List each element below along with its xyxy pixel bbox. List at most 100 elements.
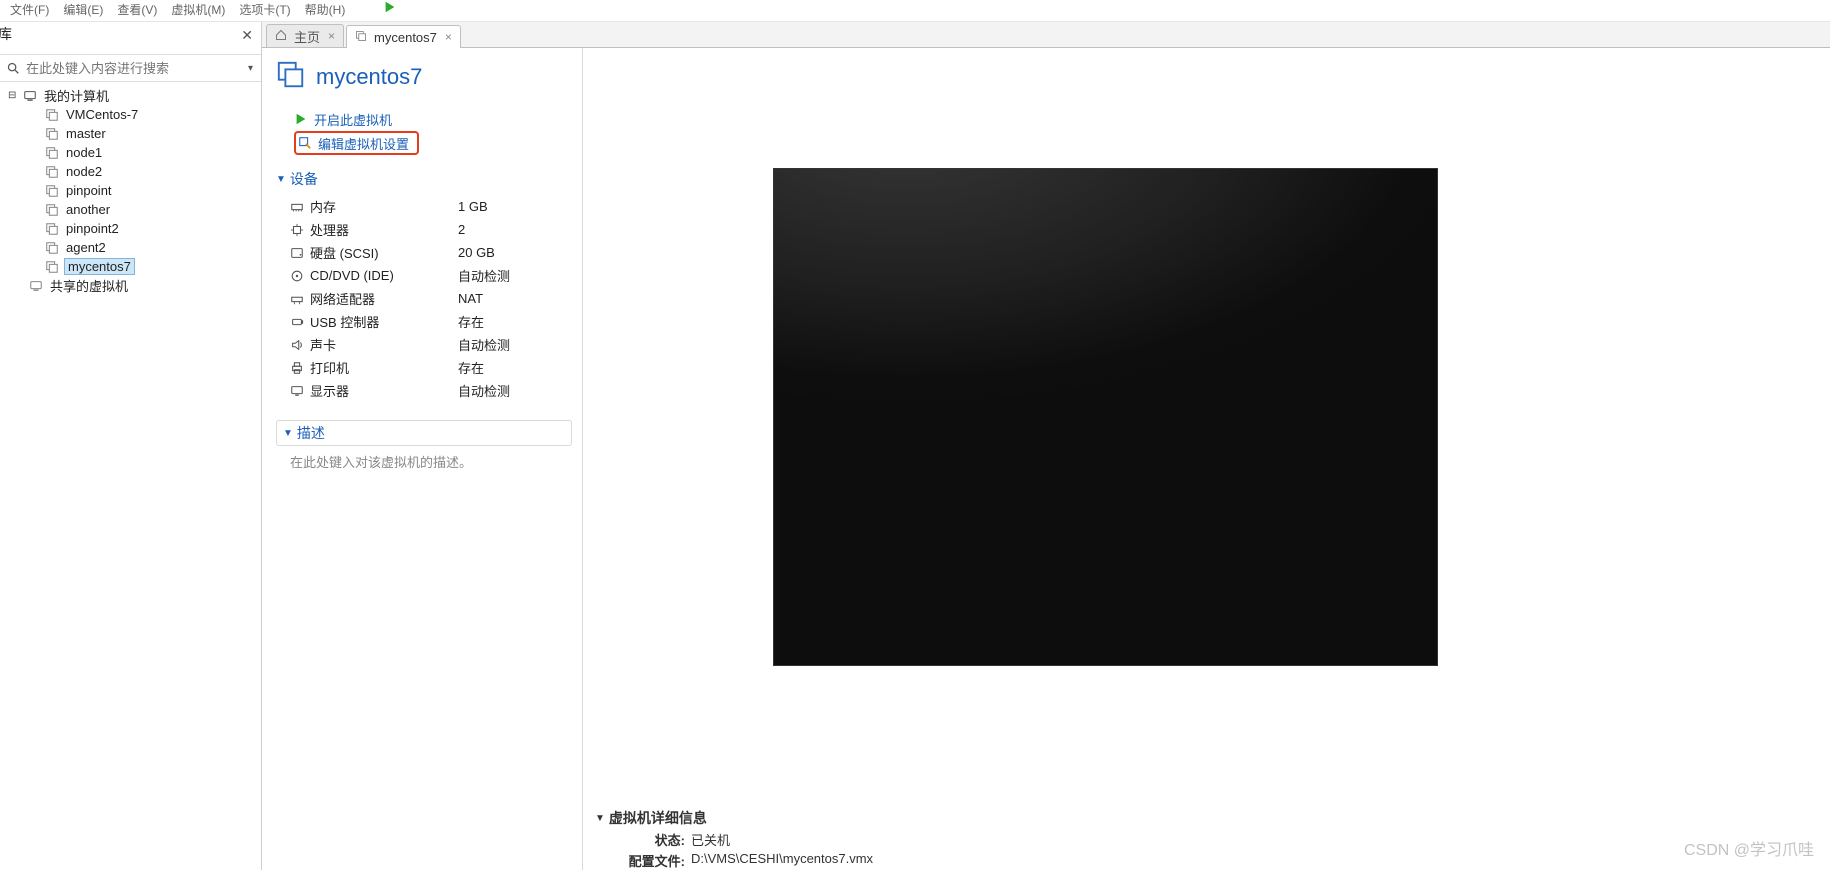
device-value: 自动检测 (458, 381, 510, 400)
device-name: 处理器 (310, 220, 458, 239)
description-placeholder[interactable]: 在此处键入对该虚拟机的描述。 (276, 446, 572, 471)
chevron-down-icon: ▼ (276, 174, 286, 185)
tree-item[interactable]: VMCentos-7 (6, 105, 261, 124)
tree-item[interactable]: pinpoint (6, 181, 261, 200)
edit-vm-settings-link[interactable]: 编辑虚拟机设置 (294, 131, 419, 155)
content-area: 主页 × mycentos7 × mycentos7 (262, 22, 1830, 870)
tree-item[interactable]: node2 (6, 162, 261, 181)
menu-help[interactable]: 帮助(H) (299, 0, 352, 19)
device-row[interactable]: 网络适配器NAT (290, 287, 572, 310)
prn-icon (290, 361, 310, 375)
device-name: 显示器 (310, 381, 458, 400)
vm-library-tree: ⊟ 我的计算机 VMCentos-7 master node1 node2 pi… (0, 82, 261, 295)
device-row[interactable]: 打印机存在 (290, 356, 572, 379)
vm-icon (355, 30, 369, 44)
tab-close-icon[interactable]: × (442, 30, 452, 44)
device-row[interactable]: 显示器自动检测 (290, 379, 572, 402)
vm-detail-config: 配置文件: D:\VMS\CESHI\mycentos7.vmx (595, 851, 1830, 870)
detail-key: 配置文件: (623, 851, 685, 870)
description-title: 描述 (297, 423, 325, 443)
tree-item[interactable]: agent2 (6, 238, 261, 257)
vm-icon (44, 146, 60, 160)
tab-bar: 主页 × mycentos7 × (262, 22, 1830, 48)
device-value: 2 (458, 222, 465, 237)
tab-home[interactable]: 主页 × (266, 24, 344, 47)
tree-item[interactable]: pinpoint2 (6, 219, 261, 238)
device-name: CD/DVD (IDE) (310, 268, 458, 283)
device-row[interactable]: 声卡自动检测 (290, 333, 572, 356)
tree-shared-vms[interactable]: 共享的虚拟机 (6, 276, 261, 295)
vm-preview-thumbnail[interactable] (773, 168, 1438, 666)
menu-file[interactable]: 文件(F) (4, 0, 55, 19)
menu-tabs[interactable]: 选项卡(T) (233, 0, 296, 19)
play-icon (294, 112, 308, 126)
device-row[interactable]: USB 控制器存在 (290, 310, 572, 333)
vm-large-icon (276, 60, 306, 93)
devices-title: 设备 (290, 169, 318, 189)
vm-details-header[interactable]: ▼ 虚拟机详细信息 (595, 808, 1830, 828)
device-name: 打印机 (310, 358, 458, 377)
menu-edit[interactable]: 编辑(E) (57, 0, 109, 19)
home-icon (275, 29, 289, 43)
sidebar-search[interactable]: ▾ (0, 54, 261, 82)
device-row[interactable]: CD/DVD (IDE)自动检测 (290, 264, 572, 287)
toolbar-play-icon[interactable] (383, 0, 397, 14)
device-row[interactable]: 内存1 GB (290, 195, 572, 218)
search-input[interactable] (26, 61, 240, 76)
tree-label: pinpoint (64, 183, 114, 198)
tree-label: mycentos7 (64, 258, 135, 275)
tree-label: node2 (64, 164, 104, 179)
twisty-icon[interactable]: ⊟ (8, 90, 18, 101)
tab-label: mycentos7 (374, 30, 437, 45)
tree-item[interactable]: master (6, 124, 261, 143)
tree-label: node1 (64, 145, 104, 160)
mem-icon (290, 200, 310, 214)
device-row[interactable]: 处理器2 (290, 218, 572, 241)
tree-label: 共享的虚拟机 (48, 276, 130, 295)
menu-bar: 文件(F) 编辑(E) 查看(V) 虚拟机(M) 选项卡(T) 帮助(H) (0, 0, 1830, 22)
tree-label: pinpoint2 (64, 221, 121, 236)
tree-item[interactable]: another (6, 200, 261, 219)
description-header[interactable]: ▼ 描述 (276, 420, 572, 446)
vm-icon (44, 222, 60, 236)
preview-gloss (774, 169, 1437, 665)
tab-vm-active[interactable]: mycentos7 × (346, 25, 461, 48)
chevron-down-icon: ▼ (283, 428, 293, 439)
sidebar-close-icon[interactable]: ✕ (241, 27, 253, 44)
devices-header[interactable]: ▼ 设备 (276, 169, 572, 189)
tab-close-icon[interactable]: × (325, 29, 335, 43)
vm-icon (44, 108, 60, 122)
device-name: 硬盘 (SCSI) (310, 243, 458, 262)
sidebar-title: 库 (0, 24, 12, 44)
sidebar: 库 ✕ ▾ ⊟ 我的计算机 VMCentos-7 master node1 no… (0, 22, 262, 870)
computer-icon (22, 89, 38, 103)
detail-value: 已关机 (691, 830, 730, 849)
tree-root-my-computer[interactable]: ⊟ 我的计算机 (6, 86, 261, 105)
search-icon (6, 61, 20, 75)
vm-icon (44, 184, 60, 198)
vm-title-row: mycentos7 (276, 60, 572, 93)
vm-details-title: 虚拟机详细信息 (609, 808, 707, 828)
device-row[interactable]: 硬盘 (SCSI)20 GB (290, 241, 572, 264)
tree-item[interactable]: node1 (6, 143, 261, 162)
menu-view[interactable]: 查看(V) (111, 0, 163, 19)
edit-vm-label: 编辑虚拟机设置 (318, 134, 409, 153)
tree-label: agent2 (64, 240, 108, 255)
device-name: 网络适配器 (310, 289, 458, 308)
usb-icon (290, 315, 310, 329)
vm-icon (44, 203, 60, 217)
shared-icon (28, 279, 44, 293)
search-dropdown-icon[interactable]: ▾ (246, 63, 255, 74)
device-name: 声卡 (310, 335, 458, 354)
tree-item-selected[interactable]: mycentos7 (6, 257, 261, 276)
start-vm-label: 开启此虚拟机 (314, 110, 392, 129)
tab-label: 主页 (294, 27, 320, 46)
cd-icon (290, 269, 310, 283)
net-icon (290, 292, 310, 306)
vm-title: mycentos7 (316, 64, 422, 90)
menu-vm[interactable]: 虚拟机(M) (165, 0, 231, 19)
detail-key: 状态: (623, 830, 685, 849)
start-vm-link[interactable]: 开启此虚拟机 (294, 107, 572, 131)
detail-value: D:\VMS\CESHI\mycentos7.vmx (691, 851, 873, 870)
chevron-down-icon: ▼ (595, 813, 605, 824)
